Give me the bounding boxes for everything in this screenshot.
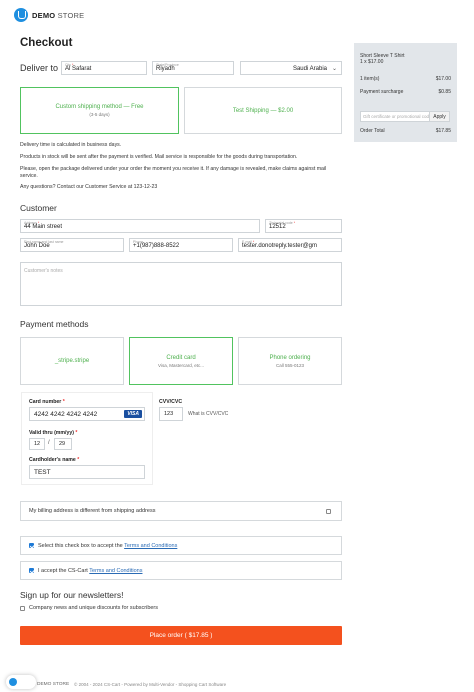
info-delivery-time: Delivery time is calculated in business … <box>20 142 122 148</box>
customer-notes-placeholder: Customer's notes <box>24 268 63 274</box>
phone-value: +1(987)888-8522 <box>133 243 180 249</box>
expiry-year-input[interactable]: 29 <box>54 438 72 450</box>
summary-items-value: $17.00 <box>435 76 451 82</box>
address-value: 44 Main street <box>24 224 63 230</box>
info-package: Please, open the package delivered under… <box>20 166 327 179</box>
city-field[interactable]: City * Al Safarat <box>61 61 147 75</box>
cardholder-input[interactable]: TEST <box>29 465 145 479</box>
phone-field[interactable]: Phone +1(987)888-8522 <box>129 238 233 252</box>
email-value: tester.donotreply.tester@gm <box>242 243 318 249</box>
state-field[interactable]: State/Province Riyadh <box>152 61 234 75</box>
terms-checkbox[interactable] <box>29 543 34 548</box>
card-number-label: Card number <box>29 399 62 405</box>
payment-option-credit-card[interactable]: Credit card Visa, Mastercard, etc... <box>129 337 233 385</box>
summary-items-row: 1 item(s) $17.00 <box>360 76 451 82</box>
state-value: Riyadh <box>156 66 175 72</box>
payment-option-sub: Visa, Mastercard, etc... <box>158 362 204 368</box>
expiry-separator: / <box>48 440 50 446</box>
summary-surcharge-label: Payment surcharge <box>360 89 404 95</box>
summary-total-value: $17.85 <box>435 128 451 134</box>
payment-option-sub: Call 555-0123 <box>275 362 305 368</box>
summary-total-row: Order Total $17.85 <box>360 128 451 134</box>
customer-section-title: Customer <box>20 203 57 213</box>
info-contact: Any questions? Contact our Customer Serv… <box>20 184 158 190</box>
cardholder-label: Cardholder's name <box>29 457 76 463</box>
customer-notes-textarea[interactable]: Customer's notes <box>20 262 342 306</box>
shipping-option-test[interactable]: Test Shipping — $2.00 <box>184 87 342 134</box>
cvv-input[interactable]: 123 <box>159 407 183 421</box>
summary-total-label: Order Total <box>360 128 385 134</box>
terms-link[interactable]: Terms and Conditions <box>124 543 177 549</box>
name-field[interactable]: First name and last name John Doe <box>20 238 124 252</box>
newsletter-option-label: Company news and unique discounts for su… <box>29 605 159 611</box>
valid-thru-label: Valid thru (mm/yy) <box>29 430 74 436</box>
card-number-input[interactable]: 4242 4242 4242 4242 VISA <box>29 407 145 421</box>
cvv-help-link[interactable]: What is CVV/CVC <box>188 411 228 417</box>
billing-different-row[interactable]: My billing address is different from shi… <box>20 501 342 521</box>
payment-option-name: Credit card <box>166 354 196 361</box>
footer-brand: DEMO STORE <box>37 682 70 687</box>
shipping-option-time: (3-5 days) <box>89 112 110 117</box>
payment-option-stripe[interactable]: _stripe.stripe <box>20 337 124 385</box>
cscart-terms-prefix: I accept the CS-Cart <box>38 567 90 574</box>
payment-option-name: Phone ordering <box>269 354 311 361</box>
summary-product-qty: 1 x $17.00 <box>360 59 384 65</box>
terms-row: Select this check box to accept the Term… <box>20 536 342 555</box>
zip-value: 12512 <box>269 224 286 230</box>
summary-items-label: 1 item(s) <box>360 76 380 82</box>
info-stock: Products in stock will be sent after the… <box>20 154 298 160</box>
name-value: John Doe <box>24 243 50 249</box>
billing-different-checkbox[interactable] <box>326 508 331 514</box>
summary-surcharge-row: Payment surcharge $0.85 <box>360 89 451 95</box>
summary-surcharge-value: $0.85 <box>438 89 451 95</box>
deliver-to-label: Deliver to <box>20 63 59 73</box>
place-order-button[interactable]: Place order ( $17.85 ) <box>20 626 342 645</box>
newsletter-option[interactable]: Company news and unique discounts for su… <box>20 605 158 611</box>
payment-section-title: Payment methods <box>20 319 89 329</box>
cscart-terms-checkbox[interactable] <box>29 568 34 573</box>
shipping-option-name: Custom shipping method — Free <box>55 104 144 110</box>
cvv-label: CVV/CVC <box>159 399 183 405</box>
city-value: Al Safarat <box>65 66 92 72</box>
card-number-value: 4242 4242 4242 4242 <box>34 410 98 418</box>
terms-prefix: Select this check box to accept the <box>38 542 125 549</box>
cscart-terms-link[interactable]: Terms and Conditions <box>89 568 142 574</box>
shipping-option-custom[interactable]: Custom shipping method — Free (3-5 days) <box>20 87 179 134</box>
apply-button[interactable]: Apply <box>430 111 450 122</box>
billing-different-label: My billing address is different from shi… <box>29 508 156 514</box>
store-logo-text: DEMO STORE <box>32 10 85 20</box>
promo-code-input[interactable]: Gift certificate or promotional code <box>360 111 430 122</box>
zip-field[interactable]: Zip/postal code * 12512 <box>265 219 342 233</box>
cscart-terms-row: I accept the CS-Cart Terms and Condition… <box>20 561 342 580</box>
visa-card-icon: VISA <box>124 410 142 418</box>
footer-logo[interactable] <box>6 675 36 689</box>
payment-option-phone[interactable]: Phone ordering Call 555-0123 <box>238 337 342 385</box>
footer-copyright: © 2004 - 2024 CS-Cart - Powered by Multi… <box>74 682 227 687</box>
page-title: Checkout <box>20 37 73 49</box>
country-value: Saudi Arabia <box>292 66 327 72</box>
newsletter-checkbox[interactable] <box>20 605 25 611</box>
store-logo[interactable]: DEMO STORE <box>14 8 84 22</box>
email-field[interactable]: E-mail * tester.donotreply.tester@gm <box>238 238 342 252</box>
expiry-month-input[interactable]: 12 <box>29 438 45 450</box>
country-select[interactable]: Saudi Arabia ⌄ <box>240 61 342 75</box>
footer-logo-icon <box>9 678 17 686</box>
payment-option-name: _stripe.stripe <box>54 358 90 364</box>
newsletter-title: Sign up for our newsletters! <box>20 590 124 600</box>
shipping-option-name: Test Shipping — $2.00 <box>232 107 294 114</box>
promo-code-form: Gift certificate or promotional code App… <box>360 111 450 122</box>
order-summary: Short Sleeve T Shirt 1 x $17.00 1 item(s… <box>354 43 457 142</box>
chevron-down-icon: ⌄ <box>331 66 337 72</box>
address-field[interactable]: Address * 44 Main street <box>20 219 260 233</box>
store-logo-icon <box>14 8 28 22</box>
